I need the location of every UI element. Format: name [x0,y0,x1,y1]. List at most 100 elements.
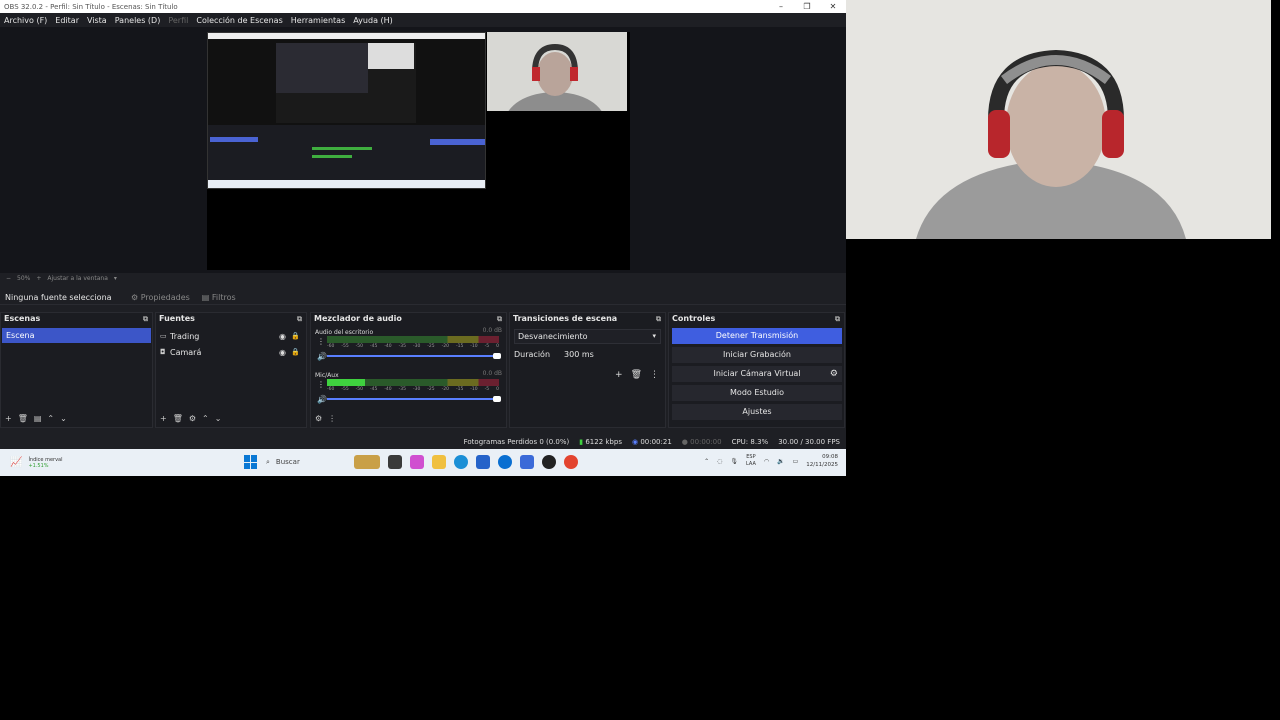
volume-icon[interactable]: 🔉 [777,458,784,465]
bitrate: ▮ 6122 kbps [579,437,622,446]
duration-input[interactable]: 300 ms [564,350,594,359]
stream-time: ◉ 00:00:21 [631,437,672,446]
volume-slider[interactable] [327,396,501,402]
person-image [846,0,1271,239]
lock-icon[interactable]: 🔒 [291,348,300,356]
obs-icon[interactable] [542,455,556,469]
properties-button[interactable]: ⚙ Propiedades [127,292,194,303]
menu-paneles[interactable]: Paneles (D) [111,16,165,25]
language-indicator[interactable]: ESP LAA [746,454,756,468]
menu-ayuda[interactable]: Ayuda (H) [349,16,397,25]
outlook-icon[interactable] [520,455,534,469]
transition-tools: + 🗑 ⋮ [615,370,659,380]
mic-icon[interactable]: 🎙 [730,458,738,465]
transition-select[interactable]: Desvanecimiento ▾ [514,329,661,344]
no-source-label: Ninguna fuente selecciona [5,292,112,302]
trash-icon[interactable]: 🗑 [631,370,642,380]
zoom-fit-select[interactable]: Ajustar a la ventana [47,275,108,282]
search-icon: ⌕ [266,457,270,466]
popout-icon[interactable]: ⧉ [835,313,840,325]
menu-herramientas[interactable]: Herramientas [287,16,350,25]
stream-icon: ◉ [631,437,639,446]
copilot-icon[interactable] [410,455,424,469]
menu-vista[interactable]: Vista [83,16,111,25]
popout-icon[interactable]: ⧉ [497,313,502,325]
meter-tick-label: -40 [384,387,392,392]
scene-item[interactable]: Escena [2,328,151,343]
gear-icon[interactable]: ⚙ [830,366,838,382]
edge-icon[interactable] [454,455,468,469]
studio-mode-button[interactable]: Modo Estudio [672,385,842,401]
widget-icon[interactable] [354,455,380,469]
source-item-camara[interactable]: ◘ Camará ◉ 🔒 [156,344,306,360]
zoom-out-button[interactable]: − [6,275,11,282]
eye-icon[interactable]: ◉ [279,348,286,357]
eye-icon[interactable]: ◉ [279,332,286,341]
add-icon[interactable]: + [615,370,623,380]
more-icon[interactable]: ⋮ [317,337,325,346]
gear-icon[interactable]: ⚙ [189,414,196,423]
battery-icon[interactable]: ▭ [793,458,799,465]
wifi-icon[interactable]: ◠ [764,458,769,465]
scenes-toolbar: + 🗑 ▤ ⌃ ⌄ [5,414,67,423]
more-icon[interactable]: ⋮ [328,414,336,423]
store-icon[interactable] [476,455,490,469]
more-icon[interactable]: ⋮ [650,370,659,380]
menu-perfil[interactable]: Perfil [164,16,192,25]
speaker-icon[interactable]: 🔊 [317,395,327,404]
app-tray-icon[interactable]: ◌ [717,458,722,465]
add-icon[interactable]: + [5,414,12,423]
arrow-down-icon[interactable]: ⌄ [215,414,222,423]
sources-dock: Fuentes ⧉ ▭ Trading ◉ 🔒 ◘ Camará ◉ 🔒 + 🗑 … [155,312,307,428]
preview-canvas[interactable] [207,32,630,270]
settings-button[interactable]: Ajustes [672,404,842,420]
clock[interactable]: 09:08 12/11/2025 [806,453,838,469]
speaker-icon[interactable]: 🔊 [317,352,327,361]
filter-icon[interactable]: ▤ [34,414,42,423]
windows-start-icon[interactable] [244,455,258,469]
task-view-icon[interactable] [388,455,402,469]
chevron-down-icon[interactable]: ▾ [114,275,117,282]
controls-dock: Controles ⧉ Detener Transmisión Iniciar G… [668,312,845,428]
app-icon[interactable] [498,455,512,469]
menu-archivo[interactable]: Archivo (F) [0,16,51,25]
menu-coleccion[interactable]: Colección de Escenas [192,16,286,25]
sources-title: Fuentes [159,314,195,323]
close-button[interactable]: ✕ [820,0,846,13]
virtual-camera-button[interactable]: Iniciar Cámara Virtual ⚙ [672,366,842,382]
file-explorer-icon[interactable] [432,455,446,469]
popout-icon[interactable]: ⧉ [656,313,661,325]
preview-area[interactable] [0,27,846,273]
channel-db: 0.0 dB [482,370,502,377]
person-image [487,32,627,111]
filters-button[interactable]: ▤ Filtros [198,292,240,303]
filter-icon: ▤ [201,292,210,302]
volume-slider[interactable] [327,353,501,359]
minimize-button[interactable]: – [768,0,794,13]
chevron-up-icon[interactable]: ⌃ [704,458,709,465]
meter-tick-label: -15 [455,387,464,392]
chrome-icon[interactable] [564,455,578,469]
start-record-button[interactable]: Iniciar Grabación [672,347,842,363]
lock-icon[interactable]: 🔒 [291,332,300,340]
channel-db: 0.0 dB [482,327,502,334]
context-bar: Ninguna fuente selecciona ⚙ Propiedades … [0,290,846,305]
menu-editar[interactable]: Editar [51,16,83,25]
arrow-up-icon[interactable]: ⌃ [202,414,209,423]
popout-icon[interactable]: ⧉ [297,313,302,325]
stock-widget[interactable]: 📈 Índice merval +1.51% [10,457,63,469]
taskbar-search[interactable]: ⌕ Buscar [266,453,346,471]
trash-icon[interactable]: 🗑 [173,414,183,423]
arrow-down-icon[interactable]: ⌄ [60,414,67,423]
zoom-in-button[interactable]: + [36,275,41,282]
add-icon[interactable]: + [160,414,167,423]
maximize-button[interactable]: ❐ [794,0,820,13]
stop-stream-button[interactable]: Detener Transmisión [672,328,842,344]
source-item-trading[interactable]: ▭ Trading ◉ 🔒 [156,328,306,344]
trash-icon[interactable]: 🗑 [18,414,28,423]
arrow-up-icon[interactable]: ⌃ [47,414,54,423]
mixer-settings-icon[interactable]: ⚙ [315,414,322,423]
meter-tick-label: -35 [398,344,406,349]
popout-icon[interactable]: ⧉ [143,313,148,325]
more-icon[interactable]: ⋮ [317,380,325,389]
